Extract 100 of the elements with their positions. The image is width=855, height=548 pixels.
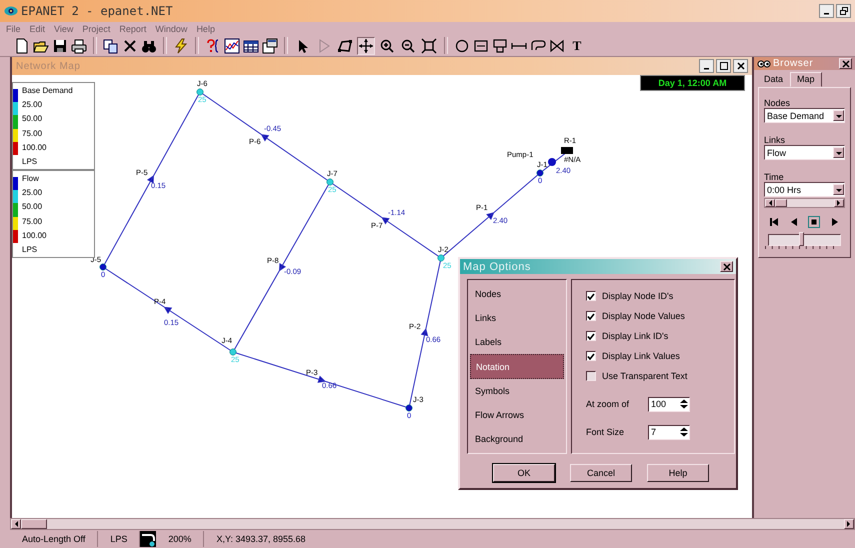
category-item[interactable]: Labels — [470, 330, 564, 354]
rewind-icon[interactable] — [768, 217, 779, 227]
check-icon — [587, 292, 595, 300]
minimize-button[interactable] — [699, 59, 714, 73]
time-scrollbar[interactable] — [764, 198, 845, 208]
print-icon[interactable] — [71, 38, 87, 54]
query-icon[interactable] — [205, 38, 221, 54]
legend-label: 25.00 — [22, 188, 44, 197]
category-item[interactable]: Symbols — [470, 378, 564, 403]
stop-icon[interactable] — [808, 216, 820, 228]
category-item[interactable]: Background — [470, 426, 564, 452]
reservoir — [561, 147, 573, 154]
options-icon[interactable] — [262, 38, 278, 54]
zoom-spinbox[interactable]: 100 — [648, 396, 690, 412]
checkbox[interactable] — [586, 291, 596, 301]
checkbox-label: Display Link ID's — [602, 331, 668, 341]
legend-title: Flow — [22, 174, 40, 183]
faucet-icon — [140, 531, 156, 547]
restore-icon[interactable] — [840, 7, 848, 15]
legend-label: 75.00 — [22, 216, 44, 226]
browser-tab[interactable]: Map — [790, 72, 822, 87]
category-item[interactable]: Notation — [470, 354, 564, 379]
junction-icon[interactable] — [454, 38, 470, 54]
close-icon[interactable] — [722, 262, 730, 270]
app-logo-icon — [4, 4, 18, 18]
field-label: Time — [764, 172, 785, 182]
checkbox[interactable] — [586, 331, 596, 341]
play-icon[interactable] — [830, 217, 840, 227]
checkbox[interactable] — [586, 311, 596, 321]
legend-label: 100.00 — [22, 142, 48, 152]
status-text: Auto-Length Off — [10, 531, 98, 547]
font-size-spinbox[interactable]: 7 — [648, 424, 690, 440]
links-dropdown[interactable]: Flow — [764, 145, 845, 160]
legend-label: 25.00 — [22, 100, 44, 109]
scroll-thumb[interactable] — [21, 519, 47, 529]
legend-title: Base Demand — [22, 86, 73, 95]
field-label: At zoom of — [586, 399, 630, 409]
close-icon[interactable] — [736, 62, 744, 70]
dropdown-arrow-icon[interactable] — [834, 186, 842, 192]
lightning-icon[interactable] — [173, 38, 189, 54]
scroll-thumb[interactable] — [775, 199, 787, 207]
table-icon[interactable] — [243, 38, 259, 54]
copy-icon[interactable] — [103, 38, 119, 54]
delete-icon[interactable] — [122, 38, 138, 54]
step-back-icon[interactable] — [788, 217, 799, 227]
dialog-button[interactable]: Cancel — [570, 464, 632, 482]
time-display: Day 1, 12:00 AM — [640, 75, 745, 91]
pump — [548, 158, 556, 166]
dropdown-arrow-icon[interactable] — [834, 112, 842, 118]
dialog-title: Map Options — [463, 260, 532, 272]
browser-title: Browser — [773, 58, 814, 69]
new-file-icon[interactable] — [14, 38, 30, 54]
dialog-button[interactable]: OK — [493, 464, 555, 482]
check-icon — [587, 352, 595, 360]
scroll-right-icon[interactable] — [836, 199, 842, 207]
legend-units: LPS — [22, 245, 38, 254]
close-icon[interactable] — [842, 60, 850, 68]
valve-icon[interactable] — [549, 38, 565, 54]
speed-slider-thumb[interactable] — [798, 232, 804, 246]
map-window-title: Network Map — [16, 60, 82, 72]
check-icon — [587, 312, 595, 320]
check-icon — [587, 332, 595, 340]
save-icon[interactable] — [52, 38, 68, 54]
dialog-button[interactable]: Help — [647, 464, 709, 482]
checkbox-label: Display Node ID's — [602, 291, 674, 301]
scroll-left-icon[interactable] — [767, 199, 773, 207]
maximize-button[interactable] — [716, 59, 731, 73]
field-label: Links — [764, 135, 786, 145]
checkbox[interactable] — [586, 351, 596, 361]
category-item[interactable]: Links — [470, 306, 564, 330]
eyes-icon — [757, 58, 771, 68]
checkbox-label: Display Node Values — [602, 311, 685, 321]
spin-arrows-icon[interactable] — [679, 427, 689, 437]
browser-tab[interactable]: Data — [757, 72, 790, 87]
checkbox-label: Use Transparent Text — [602, 371, 688, 381]
legend-label: 50.00 — [22, 114, 44, 124]
tank-icon[interactable] — [492, 38, 508, 54]
restore-button[interactable] — [836, 4, 851, 18]
spin-arrows-icon[interactable] — [679, 399, 689, 409]
category-item[interactable]: Nodes — [470, 282, 564, 306]
category-item[interactable]: Flow Arrows — [470, 402, 564, 427]
close-button[interactable] — [733, 59, 748, 73]
checkbox-label: Display Link Values — [602, 351, 680, 361]
legend-label: 50.00 — [22, 202, 44, 212]
legend-units: LPS — [22, 157, 38, 166]
checkbox[interactable] — [586, 371, 596, 381]
graph-icon[interactable] — [224, 38, 240, 54]
legend-label: 100.00 — [22, 230, 46, 240]
window-title: EPANET 2 - epanet.NET — [21, 4, 174, 18]
maximize-icon[interactable] — [720, 62, 728, 70]
nodes-dropdown[interactable]: Base Demand — [764, 108, 845, 123]
field-label: Nodes — [764, 98, 792, 108]
minimize-button[interactable] — [819, 4, 834, 18]
text-tool-button[interactable]: T — [568, 38, 586, 54]
time-dropdown[interactable]: 0:00 Hrs — [764, 182, 845, 197]
scroll-left-icon[interactable] — [13, 520, 19, 528]
dropdown-arrow-icon[interactable] — [834, 150, 842, 156]
scroll-right-icon[interactable] — [846, 520, 852, 528]
horizontal-scrollbar[interactable] — [10, 518, 855, 530]
reservoir-icon[interactable] — [473, 38, 489, 54]
